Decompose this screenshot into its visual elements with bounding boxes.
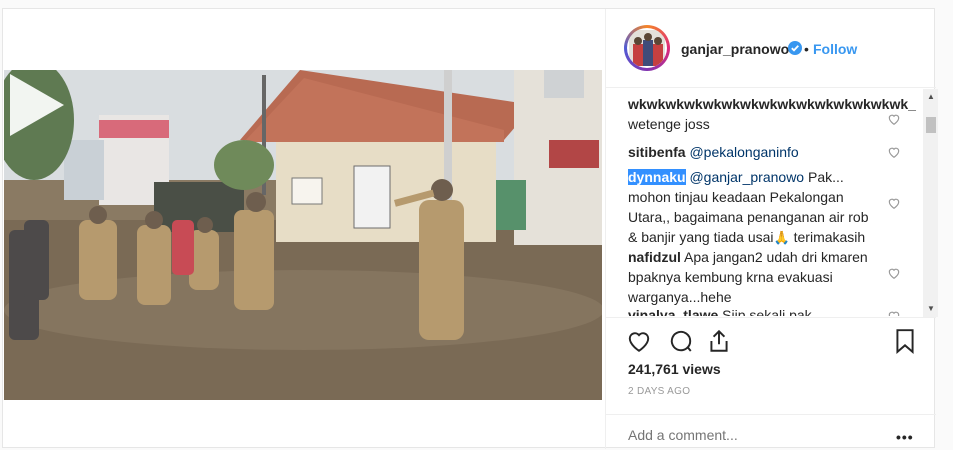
comment-text: Pak... bbox=[807, 169, 844, 185]
comment-heart-icon[interactable] bbox=[887, 196, 901, 210]
comments-list[interactable]: wkwkwkwkwkwkwkwkwkwkwkwkwkwkwk_ wetenge … bbox=[606, 88, 936, 316]
scroll-down-icon[interactable]: ▼ bbox=[923, 301, 939, 317]
comment-text: Siip sekali pak bbox=[722, 307, 812, 316]
comment-text: Utara,, bagaimana penanganan air rob bbox=[628, 209, 869, 225]
comment-text: bpaknya kembung krna evakuasi bbox=[628, 269, 833, 285]
comment-text: terimakasih bbox=[793, 229, 866, 245]
comment-item: nafidzul Apa jangan2 udah dri kmaren bpa… bbox=[628, 247, 898, 307]
post-sidebar: ganjar_pranowo • Follow wkwkwkwkwkwkwkwk… bbox=[605, 9, 939, 450]
comment-username[interactable]: vinalya_tlawe bbox=[628, 307, 718, 316]
pray-emoji-icon: 🙏 bbox=[773, 230, 790, 245]
bookmark-icon[interactable] bbox=[892, 328, 918, 354]
heart-icon[interactable] bbox=[626, 328, 652, 354]
instagram-post: ganjar_pranowo • Follow wkwkwkwkwkwkwkwk… bbox=[2, 8, 939, 450]
username[interactable]: ganjar_pranowo bbox=[681, 41, 789, 57]
page-scrollbar[interactable] bbox=[938, 0, 953, 439]
comment-heart-icon[interactable] bbox=[887, 112, 901, 126]
scroll-thumb[interactable] bbox=[926, 117, 936, 133]
scroll-up-icon[interactable]: ▲ bbox=[923, 89, 939, 105]
video-player[interactable] bbox=[4, 70, 602, 400]
post-actions bbox=[606, 317, 936, 358]
comment-item: sitibenfa @pekalonganinfo bbox=[628, 142, 898, 162]
view-count[interactable]: 241,761 views bbox=[628, 361, 721, 377]
comment-text: warganya...hehe bbox=[628, 289, 732, 305]
post-date[interactable]: 2 DAYS AGO bbox=[628, 386, 690, 397]
follow-button[interactable]: Follow bbox=[813, 41, 857, 57]
comment-mention[interactable]: @pekalonganinfo bbox=[689, 144, 798, 160]
add-comment-input[interactable] bbox=[628, 427, 888, 443]
avatar-image bbox=[627, 28, 667, 68]
comment-username[interactable]: wkwkwkwkwkwkwkwkwkwkwkwkwkwkwk_ bbox=[628, 96, 916, 112]
comment-heart-icon[interactable] bbox=[887, 145, 901, 159]
comment-username[interactable]: sitibenfa bbox=[628, 144, 686, 160]
comment-text: wetenge joss bbox=[628, 116, 710, 132]
share-icon[interactable] bbox=[706, 328, 732, 354]
play-icon[interactable] bbox=[4, 70, 68, 140]
comment-username[interactable]: nafidzul bbox=[628, 249, 681, 265]
avatar[interactable] bbox=[624, 25, 670, 71]
comment-text: mohon tinjau keadaan Pekalongan bbox=[628, 189, 844, 205]
comment-text: Apa jangan2 udah dri kmaren bbox=[684, 249, 868, 265]
comment-icon[interactable] bbox=[668, 328, 694, 354]
comment-item: vinalya_tlawe Siip sekali pak bbox=[628, 305, 898, 316]
comment-mention[interactable]: @ganjar_pranowo bbox=[689, 169, 804, 185]
comment-item: wkwkwkwkwkwkwkwkwkwkwkwkwkwkwk_ wetenge … bbox=[628, 94, 916, 134]
comment-item: dynnaku @ganjar_pranowo Pak... mohon tin… bbox=[628, 167, 898, 248]
add-comment-section: ••• bbox=[606, 414, 936, 450]
comment-heart-icon[interactable] bbox=[887, 266, 901, 280]
video-frame bbox=[4, 70, 602, 400]
more-options-icon[interactable]: ••• bbox=[896, 429, 914, 445]
verified-badge-icon bbox=[788, 41, 802, 55]
post-header: ganjar_pranowo • Follow bbox=[606, 9, 936, 88]
comment-username[interactable]: dynnaku bbox=[628, 169, 686, 185]
comment-heart-icon[interactable] bbox=[887, 309, 901, 316]
separator-dot: • bbox=[804, 41, 809, 57]
comments-scrollbar[interactable]: ▲ ▼ bbox=[923, 89, 939, 317]
comment-text: & banjir yang tiada usai bbox=[628, 229, 774, 245]
